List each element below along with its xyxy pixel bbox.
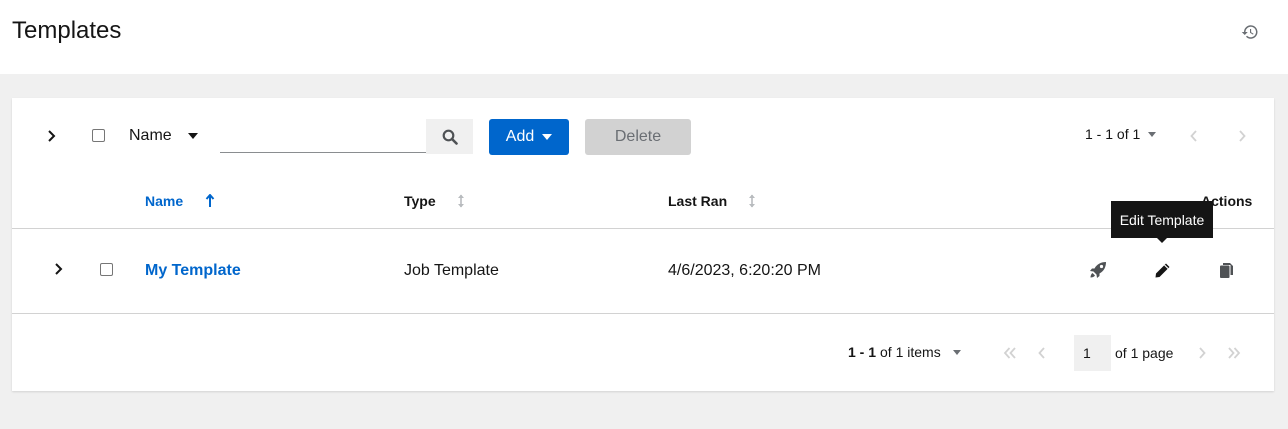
chevron-left-icon [1038, 347, 1045, 359]
next-page-button[interactable] [1192, 343, 1212, 363]
delete-button[interactable]: Delete [585, 119, 691, 155]
page-title: Templates [12, 17, 122, 44]
copy-icon [1219, 262, 1233, 278]
pagination-summary: 1 - 1 of 1 [1085, 126, 1141, 142]
page-count: of 1 page [1115, 345, 1174, 361]
templates-card: Name Add Delete 1 - 1 of 1 Name Type Las… [12, 98, 1274, 391]
first-page-button[interactable] [1000, 343, 1020, 363]
column-header-label: Name [145, 193, 184, 209]
expand-all-toggle[interactable] [42, 126, 62, 146]
pencil-icon [1155, 263, 1169, 277]
column-header-last-ran[interactable]: Last Ran [668, 193, 757, 209]
tooltip-arrow [1156, 237, 1168, 243]
row-divider [12, 313, 1274, 314]
caret-down-icon [952, 349, 961, 355]
template-name-link[interactable]: My Template [145, 262, 241, 280]
next-page-button-top[interactable] [1232, 126, 1252, 146]
current-page-input[interactable] [1074, 335, 1111, 371]
add-button-label: Add [505, 128, 535, 145]
page-header: Templates [0, 0, 1288, 74]
search-button[interactable] [426, 119, 473, 154]
chevron-left-icon [1190, 130, 1197, 142]
template-type: Job Template [404, 262, 499, 279]
select-all-checkbox[interactable] [92, 129, 105, 142]
chevron-right-icon [1239, 130, 1246, 142]
template-last-ran: 4/6/2023, 6:20:20 PM [668, 262, 821, 279]
edit-template-tooltip: Edit Template [1111, 201, 1213, 238]
edit-template-button[interactable] [1150, 258, 1174, 282]
chevron-down-icon [187, 133, 198, 139]
caret-down-icon [1148, 131, 1157, 137]
prev-page-button-top[interactable] [1184, 126, 1204, 146]
column-header-name[interactable]: Name [145, 193, 215, 209]
pagination-toggle-top[interactable]: 1 - 1 of 1 [1085, 126, 1157, 142]
pagination-range: 1 - 1 [848, 344, 877, 360]
rocket-icon [1090, 262, 1106, 278]
prev-page-button[interactable] [1032, 343, 1052, 363]
copy-template-button[interactable] [1214, 258, 1238, 282]
column-header-type[interactable]: Type [404, 193, 466, 209]
chevron-right-icon [48, 130, 56, 142]
search-icon [442, 129, 458, 145]
history-icon [1241, 25, 1258, 39]
add-button[interactable]: Add [489, 119, 569, 155]
chevron-down-icon [542, 134, 553, 140]
chevron-right-icon [1199, 347, 1206, 359]
filter-field-label: Name [129, 127, 172, 144]
launch-template-button[interactable] [1086, 258, 1110, 282]
double-chevron-right-icon [1228, 347, 1241, 359]
history-button[interactable] [1238, 20, 1262, 44]
column-header-label: Type [404, 193, 436, 209]
sort-icon [457, 194, 464, 208]
row-expand-toggle[interactable] [49, 259, 69, 279]
tooltip-text: Edit Template [1119, 211, 1205, 228]
sort-ascending-icon [205, 194, 215, 207]
last-page-button[interactable] [1224, 343, 1244, 363]
pagination-items: of 1 items [880, 344, 941, 360]
delete-button-label: Delete [614, 128, 662, 145]
sort-icon [749, 194, 756, 208]
filter-field-select[interactable]: Name [129, 119, 219, 153]
pagination-toggle-bottom[interactable]: 1 - 1 of 1 items [848, 344, 961, 360]
double-chevron-left-icon [1003, 347, 1016, 359]
search-input[interactable] [220, 119, 426, 153]
column-header-label: Last Ran [668, 193, 728, 209]
row-checkbox[interactable] [100, 263, 113, 276]
chevron-right-icon [55, 263, 63, 275]
